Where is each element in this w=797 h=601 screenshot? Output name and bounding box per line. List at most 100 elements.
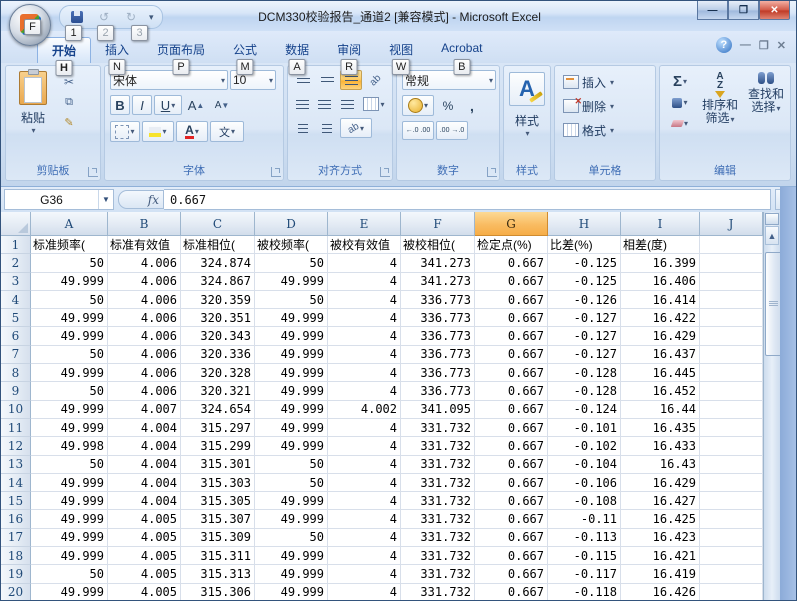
cell-A13[interactable]: 50	[31, 456, 108, 474]
number-format-select[interactable]: 常规▾	[402, 70, 496, 90]
cell-D16[interactable]: 49.999	[255, 510, 328, 528]
cell-I10[interactable]: 16.44	[621, 401, 700, 419]
cell-C2[interactable]: 324.874	[181, 254, 255, 272]
save-button[interactable]	[68, 9, 86, 25]
row-header-5[interactable]: 5	[1, 309, 31, 327]
select-all-button[interactable]	[1, 212, 31, 236]
cell-C11[interactable]: 315.297	[181, 419, 255, 437]
cell-I15[interactable]: 16.427	[621, 492, 700, 510]
cell-G6[interactable]: 0.667	[475, 327, 548, 345]
row-header-10[interactable]: 10	[1, 401, 31, 419]
row-header-19[interactable]: 19	[1, 565, 31, 583]
align-right-button[interactable]	[337, 94, 358, 114]
minimize-button[interactable]: —	[697, 1, 728, 20]
cell-D8[interactable]: 49.999	[255, 364, 328, 382]
cell-C6[interactable]: 320.343	[181, 327, 255, 345]
cell-C7[interactable]: 320.336	[181, 346, 255, 364]
insert-function-button[interactable]: fx	[118, 190, 164, 209]
cell-D11[interactable]: 49.999	[255, 419, 328, 437]
cell-D12[interactable]: 49.999	[255, 437, 328, 455]
cell-G12[interactable]: 0.667	[475, 437, 548, 455]
workbook-restore-button[interactable]: ❐	[759, 39, 769, 52]
column-header-H[interactable]: H	[548, 212, 621, 236]
grow-font-button[interactable]: A▲	[184, 95, 208, 115]
phonetic-guide-button[interactable]: 文▾	[210, 121, 244, 142]
cell-E6[interactable]: 4	[328, 327, 401, 345]
cell-E10[interactable]: 4.002	[328, 401, 401, 419]
cell-F3[interactable]: 341.273	[401, 273, 475, 291]
cell-E5[interactable]: 4	[328, 309, 401, 327]
row-header-9[interactable]: 9	[1, 382, 31, 400]
cell-F1[interactable]: 被校相位(	[401, 236, 475, 254]
cell-A2[interactable]: 50	[31, 254, 108, 272]
cell-H6[interactable]: -0.127	[548, 327, 621, 345]
cell-G15[interactable]: 0.667	[475, 492, 548, 510]
cell-E11[interactable]: 4	[328, 419, 401, 437]
help-button[interactable]: ?	[716, 37, 732, 53]
cell-B10[interactable]: 4.007	[108, 401, 181, 419]
cell-J8[interactable]	[700, 364, 763, 382]
cell-J12[interactable]	[700, 437, 763, 455]
cell-E18[interactable]: 4	[328, 547, 401, 565]
autosum-button[interactable]: Σ▾	[666, 72, 694, 91]
cell-I12[interactable]: 16.433	[621, 437, 700, 455]
tab-4[interactable]: 数据A	[271, 37, 323, 63]
cell-B13[interactable]: 4.004	[108, 456, 181, 474]
scrollbar-split-box[interactable]	[765, 213, 779, 225]
column-header-J[interactable]: J	[700, 212, 763, 236]
cell-A10[interactable]: 49.999	[31, 401, 108, 419]
column-header-A[interactable]: A	[31, 212, 108, 236]
cell-C4[interactable]: 320.359	[181, 291, 255, 309]
column-header-I[interactable]: I	[621, 212, 700, 236]
cell-styles-button[interactable]: A	[509, 72, 545, 106]
delete-cells-button[interactable]: 删除▾	[563, 96, 655, 116]
cell-I9[interactable]: 16.452	[621, 382, 700, 400]
font-name-select[interactable]: 宋体▾	[110, 70, 228, 90]
row-header-8[interactable]: 8	[1, 364, 31, 382]
cell-G8[interactable]: 0.667	[475, 364, 548, 382]
cell-C15[interactable]: 315.305	[181, 492, 255, 510]
cell-D7[interactable]: 49.999	[255, 346, 328, 364]
cell-H2[interactable]: -0.125	[548, 254, 621, 272]
cell-F14[interactable]: 331.732	[401, 474, 475, 492]
cell-J4[interactable]	[700, 291, 763, 309]
cell-C1[interactable]: 标准相位(	[181, 236, 255, 254]
cell-F20[interactable]: 331.732	[401, 584, 475, 601]
insert-cells-button[interactable]: 插入▾	[563, 72, 655, 92]
cell-B3[interactable]: 4.006	[108, 273, 181, 291]
decrease-decimal-button[interactable]: .00 →.0	[436, 121, 468, 140]
cell-E13[interactable]: 4	[328, 456, 401, 474]
cell-G10[interactable]: 0.667	[475, 401, 548, 419]
column-header-D[interactable]: D	[255, 212, 328, 236]
cell-J16[interactable]	[700, 510, 763, 528]
increase-decimal-button[interactable]: ←.0 .00	[402, 121, 434, 140]
cell-H9[interactable]: -0.128	[548, 382, 621, 400]
cell-F19[interactable]: 331.732	[401, 565, 475, 583]
find-select-button[interactable]: 查找和选择▾	[746, 72, 786, 133]
cell-I3[interactable]: 16.406	[621, 273, 700, 291]
cell-J20[interactable]	[700, 584, 763, 601]
cell-J10[interactable]	[700, 401, 763, 419]
cell-C20[interactable]: 315.306	[181, 584, 255, 601]
cell-H18[interactable]: -0.115	[548, 547, 621, 565]
cell-J5[interactable]	[700, 309, 763, 327]
cell-D10[interactable]: 49.999	[255, 401, 328, 419]
cell-E15[interactable]: 4	[328, 492, 401, 510]
cell-I13[interactable]: 16.43	[621, 456, 700, 474]
cell-J9[interactable]	[700, 382, 763, 400]
cell-B11[interactable]: 4.004	[108, 419, 181, 437]
column-header-C[interactable]: C	[181, 212, 255, 236]
cell-D6[interactable]: 49.999	[255, 327, 328, 345]
workbook-close-button[interactable]: ✕	[777, 39, 786, 52]
cell-H13[interactable]: -0.104	[548, 456, 621, 474]
shrink-font-button[interactable]: A▼	[210, 95, 234, 115]
cell-G11[interactable]: 0.667	[475, 419, 548, 437]
cell-B16[interactable]: 4.005	[108, 510, 181, 528]
cell-A14[interactable]: 49.999	[31, 474, 108, 492]
increase-indent-button[interactable]	[316, 118, 338, 138]
scroll-up-button[interactable]: ▲	[765, 226, 779, 245]
cell-F2[interactable]: 341.273	[401, 254, 475, 272]
cell-I4[interactable]: 16.414	[621, 291, 700, 309]
cell-A6[interactable]: 49.999	[31, 327, 108, 345]
office-button[interactable]: F	[9, 4, 51, 46]
